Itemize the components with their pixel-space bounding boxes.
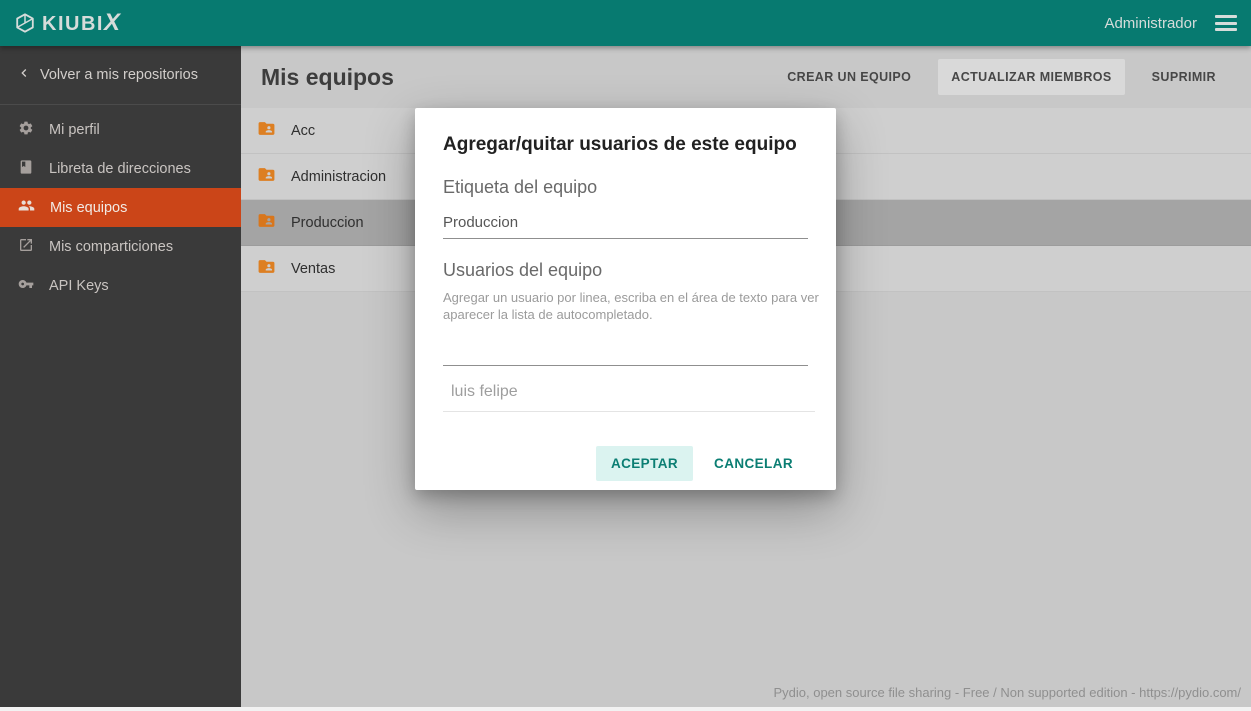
bottom-strip	[0, 707, 1251, 711]
sidebar-item-label: API Keys	[49, 277, 109, 294]
gear-icon	[18, 120, 34, 140]
share-icon	[18, 237, 34, 257]
team-label-field-label: Etiqueta del equipo	[443, 177, 598, 197]
people-icon	[18, 197, 35, 218]
sidebar-item-libreta-de-direcciones[interactable]: Libreta de direcciones	[0, 149, 241, 188]
dialog-title: Agregar/quitar usuarios de este equipo	[443, 134, 797, 155]
sidebar: Volver a mis repositorios Mi perfil Libr…	[0, 46, 241, 708]
sidebar-menu: Mi perfil Libreta de direcciones Mis equ…	[0, 105, 241, 305]
team-name: Administracion	[291, 168, 387, 185]
brand-name: KIUBIX	[42, 9, 122, 36]
team-folder-icon	[257, 165, 276, 189]
team-users-help-text: Agregar un usuario por linea, escriba en…	[443, 290, 819, 322]
chevron-left-icon	[16, 65, 32, 85]
sidebar-item-label: Mis comparticiones	[49, 238, 174, 255]
sidebar-item-mis-equipos[interactable]: Mis equipos	[0, 188, 241, 227]
topbar: KIUBIX Administrador	[0, 0, 1251, 46]
user-autocomplete-input[interactable]	[443, 366, 815, 412]
team-name: Ventas	[291, 260, 336, 277]
team-label-input[interactable]	[443, 198, 808, 239]
update-members-button[interactable]: ACTUALIZAR MIEMBROS	[938, 59, 1125, 95]
team-name: Produccion	[291, 214, 364, 231]
team-folder-icon	[257, 211, 276, 235]
edit-team-dialog: Agregar/quitar usuarios de este equipo E…	[415, 108, 836, 490]
key-icon	[18, 276, 34, 296]
sidebar-item-mis-comparticiones[interactable]: Mis comparticiones	[0, 227, 241, 266]
dialog-buttons: ACEPTAR CANCELAR	[443, 446, 808, 481]
sidebar-item-mi-perfil[interactable]: Mi perfil	[0, 110, 241, 149]
pydio-footer-note: Pydio, open source file sharing - Free /…	[773, 685, 1241, 700]
accept-button[interactable]: ACEPTAR	[595, 446, 694, 481]
sidebar-item-label: Mi perfil	[49, 121, 100, 138]
cube-logo-icon	[14, 12, 36, 34]
menu-hamburger-icon[interactable]	[1215, 15, 1237, 31]
create-team-button[interactable]: CREAR UN EQUIPO	[774, 59, 924, 95]
header-actions: CREAR UN EQUIPO ACTUALIZAR MIEMBROS SUPR…	[774, 59, 1229, 95]
team-folder-icon	[257, 119, 276, 143]
sidebar-item-api-keys[interactable]: API Keys	[0, 266, 241, 305]
cancel-button[interactable]: CANCELAR	[699, 446, 808, 481]
page-title: Mis equipos	[261, 63, 394, 90]
back-label: Volver a mis repositorios	[40, 67, 198, 83]
delete-team-button[interactable]: SUPRIMIR	[1139, 59, 1229, 95]
sidebar-item-label: Mis equipos	[50, 199, 128, 216]
current-user-label[interactable]: Administrador	[1104, 15, 1197, 32]
team-folder-icon	[257, 257, 276, 281]
page-header: Mis equipos CREAR UN EQUIPO ACTUALIZAR M…	[241, 46, 1251, 108]
team-users-textarea[interactable]	[443, 336, 808, 366]
sidebar-item-label: Libreta de direcciones	[49, 160, 191, 177]
team-users-section-label: Usuarios del equipo	[443, 260, 603, 280]
back-to-repositories-link[interactable]: Volver a mis repositorios	[0, 46, 241, 105]
app-logo[interactable]: KIUBIX	[14, 9, 121, 37]
team-name: Acc	[291, 122, 316, 139]
book-icon	[18, 159, 34, 179]
